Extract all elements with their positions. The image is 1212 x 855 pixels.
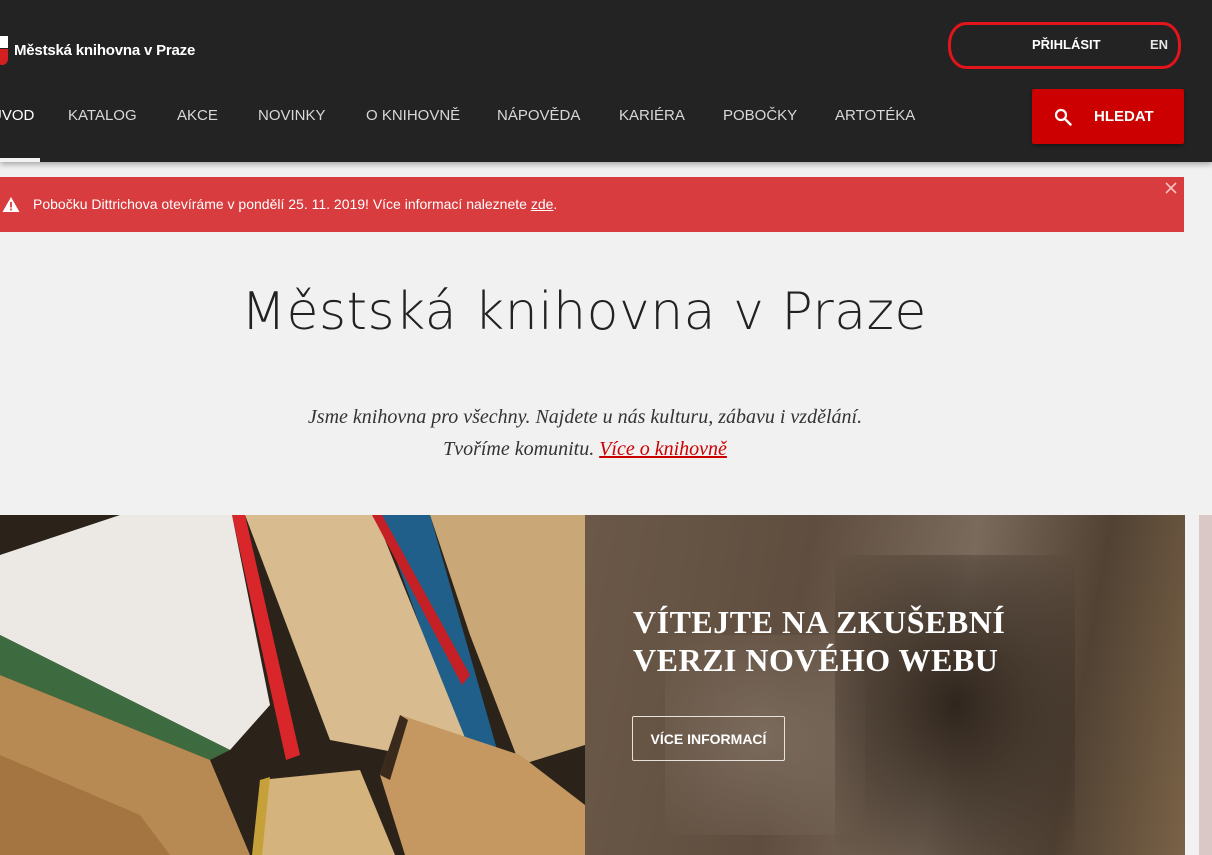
search-button[interactable]: HLEDAT bbox=[1032, 89, 1184, 144]
nav-item-artoteka[interactable]: ARTOTÉKA bbox=[835, 107, 915, 124]
nav-item-napoveda[interactable]: NÁPOVĚDA bbox=[497, 107, 580, 124]
intro-body: Jsme knihovna pro všechny. Najdete u nás… bbox=[307, 406, 863, 460]
logo-emblem bbox=[0, 33, 8, 67]
alert-banner: Pobočku Dittrichova otevíráme v pondělí … bbox=[0, 177, 1184, 232]
nav-item-novinky[interactable]: NOVINKY bbox=[258, 107, 326, 124]
nav-item-pobocky[interactable]: POBOČKY bbox=[723, 107, 797, 124]
next-slide-preview[interactable] bbox=[1199, 515, 1212, 855]
hero-panel: VÍTEJTE NA ZKUŠEBNÍ VERZI NOVÉHO WEBU VÍ… bbox=[585, 515, 1185, 855]
site-header: Městská knihovna v Praze PŘIHLÁSIT EN ÚV… bbox=[0, 0, 1212, 162]
alert-message: Pobočku Dittrichova otevíráme v pondělí … bbox=[33, 196, 557, 212]
close-icon[interactable] bbox=[1164, 181, 1178, 195]
search-icon bbox=[1054, 108, 1072, 126]
logo-text: Městská knihovna v Praze bbox=[14, 41, 196, 59]
nav-active-indicator bbox=[0, 158, 40, 162]
intro-text: Jsme knihovna pro všechny. Najdete u nás… bbox=[300, 401, 870, 465]
nav-item-kariera[interactable]: KARIÉRA bbox=[619, 107, 685, 124]
page-title: Městská knihovna v Praze bbox=[241, 282, 927, 342]
language-switch[interactable]: EN bbox=[1150, 37, 1168, 52]
search-button-label: HLEDAT bbox=[1094, 108, 1154, 125]
nav-item-o-knihovne[interactable]: O KNIHOVNĚ bbox=[366, 107, 460, 124]
hero-heading: VÍTEJTE NA ZKUŠEBNÍ VERZI NOVÉHO WEBU bbox=[633, 604, 1006, 678]
hero-books-image bbox=[0, 515, 585, 855]
warning-icon bbox=[2, 197, 20, 212]
alert-text: Pobočku Dittrichova otevíráme v pondělí … bbox=[33, 196, 531, 212]
more-info-button[interactable]: VÍCE INFORMACÍ bbox=[632, 716, 785, 761]
alert-suffix: . bbox=[553, 196, 558, 212]
books-illustration bbox=[0, 515, 585, 855]
about-library-link[interactable]: Více o knihovně bbox=[599, 438, 727, 460]
nav-item-akce[interactable]: AKCE bbox=[177, 107, 218, 124]
nav-item-home[interactable]: ÚVOD bbox=[0, 107, 34, 124]
nav-item-katalog[interactable]: KATALOG bbox=[68, 107, 137, 124]
alert-link[interactable]: zde bbox=[531, 196, 554, 212]
login-button[interactable]: PŘIHLÁSIT bbox=[1032, 37, 1101, 52]
site-logo[interactable]: Městská knihovna v Praze bbox=[0, 30, 195, 70]
